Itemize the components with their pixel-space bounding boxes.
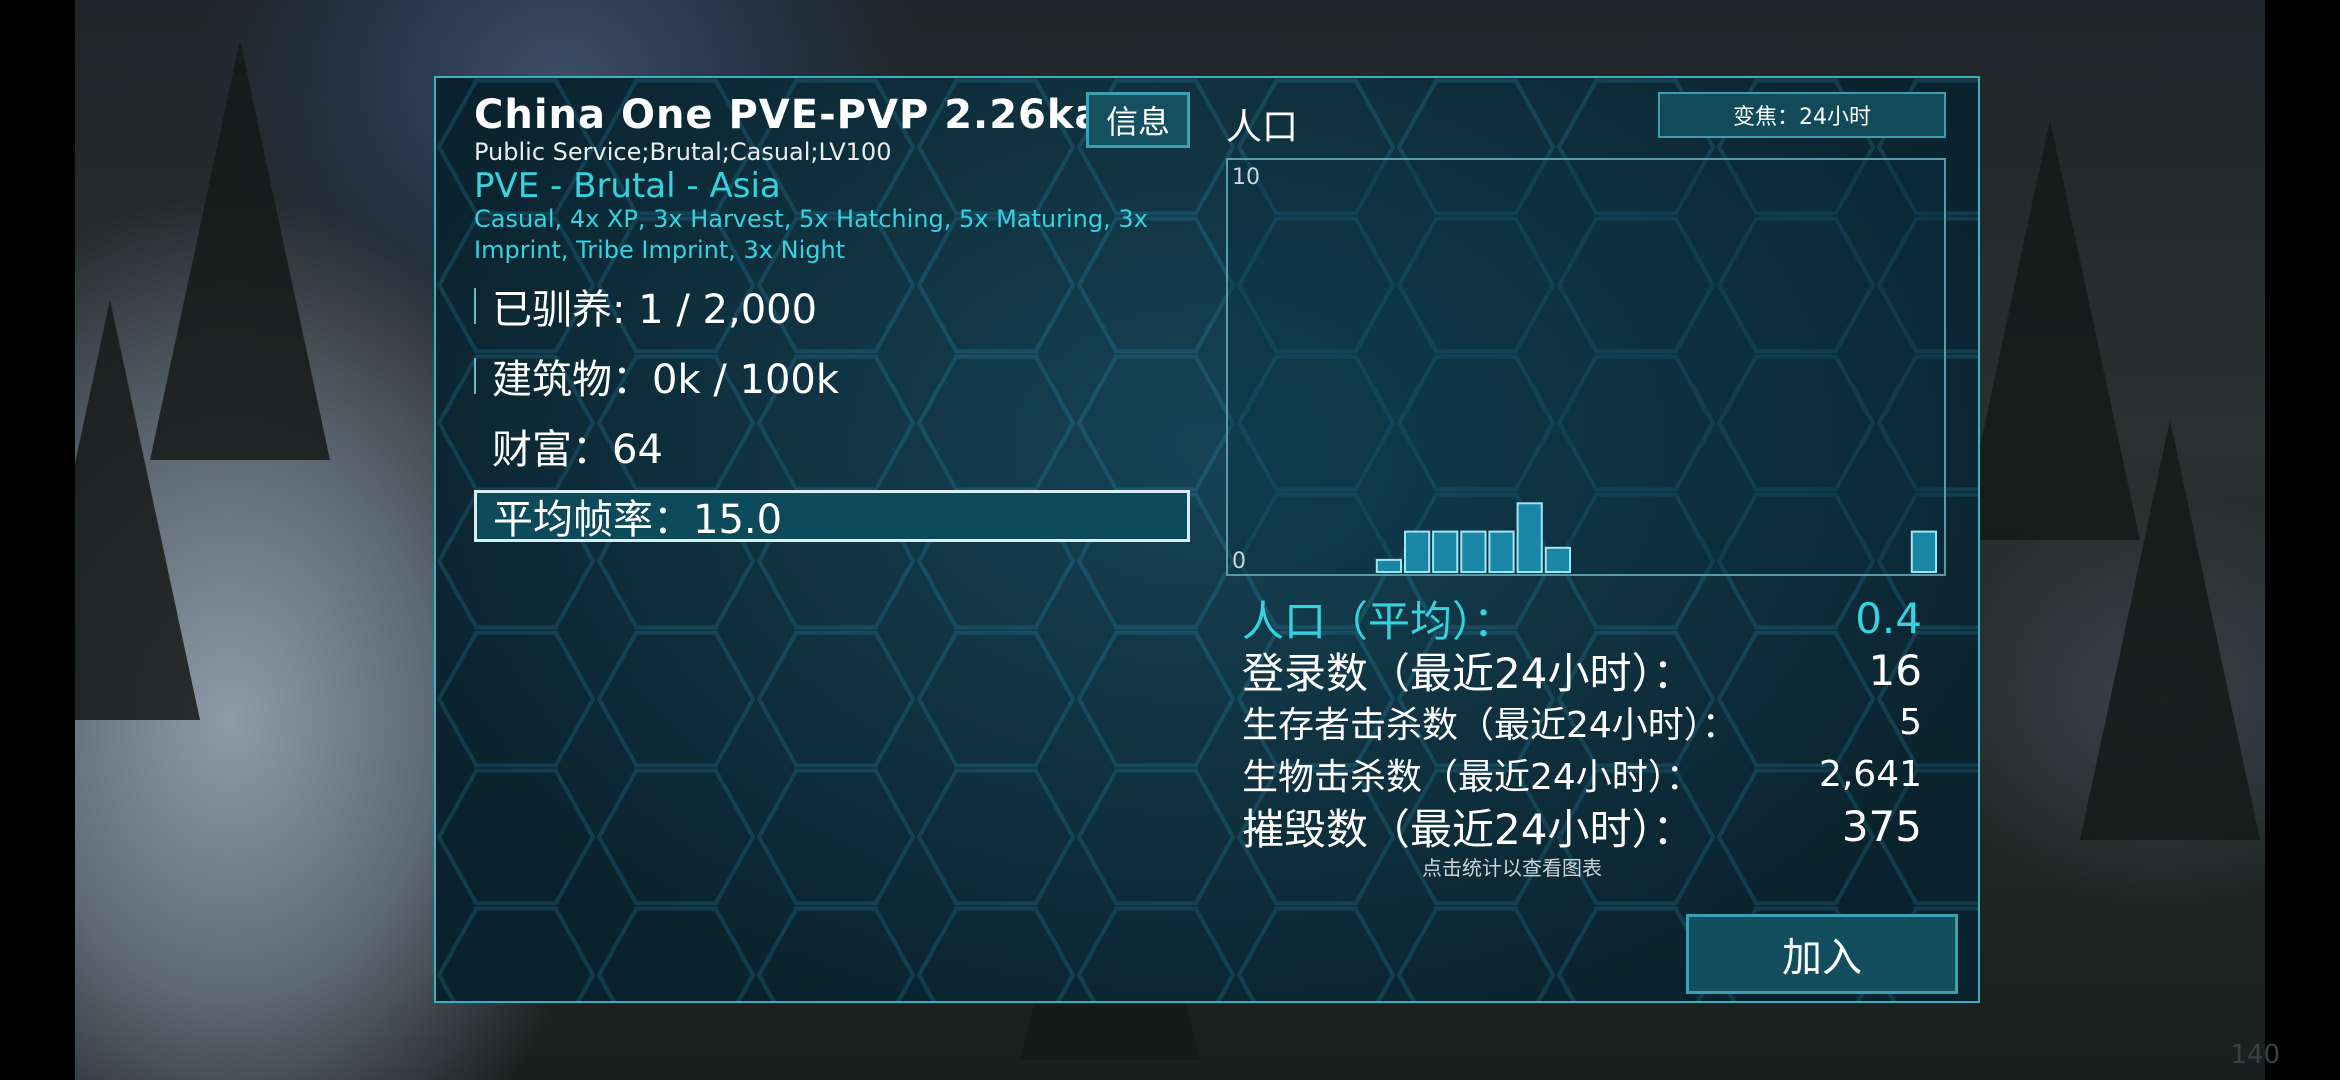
server-description: Casual, 4x XP, 3x Harvest, 5x Hatching, …	[474, 205, 1148, 264]
creature-kills-stat[interactable]: 生物击杀数（最近24小时）： 2,641	[1242, 748, 1922, 800]
creature-kills-label: 生物击杀数（最近24小时）：	[1242, 757, 1702, 798]
server-tags: Public Service;Brutal;Casual;LV100	[474, 138, 892, 166]
chart-hint: 点击统计以查看图表	[1422, 856, 1602, 880]
population-bar	[1516, 502, 1543, 573]
survivor-kills-value: 5	[1899, 701, 1922, 743]
wealth-stat-label: 财富：64	[492, 427, 663, 473]
fps-stat-label: 平均帧率：15.0	[493, 497, 783, 543]
server-title: China One PVE-PVP 2.26kai	[474, 92, 1118, 138]
logins-label: 登录数（最近24小时）：	[1242, 648, 1695, 698]
population-bar	[1488, 530, 1515, 574]
wealth-stat-row[interactable]: 财富：64	[474, 420, 1190, 473]
fps-stat-row[interactable]: 平均帧率：15.0	[474, 490, 1190, 543]
y-tick-label-min: 0	[1232, 549, 1246, 574]
corner-number: 140	[2230, 1040, 2280, 1070]
destroyed-label: 摧毁数（最近24小时）：	[1242, 804, 1695, 854]
destroyed-stat[interactable]: 摧毁数（最近24小时）： 375	[1242, 800, 1922, 854]
logins-value: 16	[1868, 645, 1922, 695]
creature-kills-value: 2,641	[1818, 753, 1922, 795]
y-tick-label-max: 10	[1232, 165, 1260, 190]
avg-population-value: 0.4	[1855, 593, 1922, 643]
join-button[interactable]: 加入	[1686, 914, 1958, 994]
population-chart-svg: 10 0	[1232, 165, 1937, 574]
zoom-button[interactable]: 变焦：24小时	[1658, 92, 1946, 138]
row-marker	[474, 288, 476, 324]
structures-stat-row[interactable]: 建筑物：0k / 100k	[474, 350, 1190, 403]
structures-stat-label: 建筑物：0k / 100k	[492, 357, 840, 403]
population-bar	[1375, 558, 1403, 573]
server-mode: PVE - Brutal - Asia	[474, 166, 781, 206]
background-tree	[2080, 420, 2260, 840]
row-marker	[474, 358, 476, 394]
server-info-panel: China One PVE-PVP 2.26kai 信息 Public Serv…	[434, 76, 1980, 1003]
logins-stat[interactable]: 登录数（最近24小时）： 16	[1242, 644, 1922, 698]
survivor-kills-stat[interactable]: 生存者击杀数（最近24小时）： 5	[1242, 696, 1922, 748]
screen-edge-right	[2265, 0, 2340, 1080]
screen-edge-left	[0, 0, 75, 1080]
chart-bars	[1375, 502, 1937, 574]
avg-population-stat[interactable]: 人口（平均）： 0.4	[1242, 592, 1922, 646]
tamed-stat-label: 已驯养: 1 / 2,000	[492, 287, 818, 333]
population-chart[interactable]: 10 0	[1226, 158, 1946, 576]
population-stats: 人口（平均）： 0.4 登录数（最近24小时）： 16 生存者击杀数（最近24小…	[1242, 592, 1922, 854]
tamed-stat-row[interactable]: 已驯养: 1 / 2,000	[474, 280, 1190, 333]
population-bar	[1460, 530, 1487, 574]
population-title: 人口	[1226, 107, 1299, 148]
destroyed-value: 375	[1841, 801, 1922, 851]
population-bar	[1910, 530, 1937, 574]
population-bar	[1544, 546, 1571, 573]
survivor-kills-label: 生存者击杀数（最近24小时）：	[1242, 705, 1738, 746]
info-button[interactable]: 信息	[1086, 92, 1190, 148]
game-background: 140 China One PVE-PVP 2.26kai 信息 Public …	[0, 0, 2340, 1080]
population-bar	[1404, 530, 1431, 574]
population-bar	[1432, 530, 1459, 574]
